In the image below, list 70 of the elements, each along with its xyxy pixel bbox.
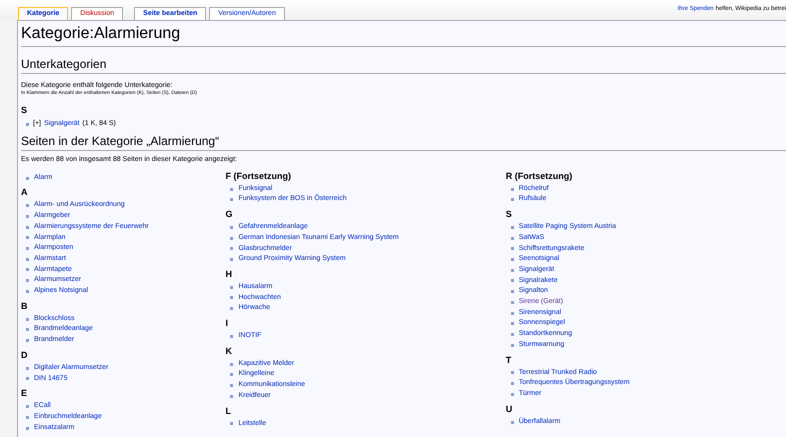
letter-heading: H (225, 268, 233, 280)
list-bullet (510, 371, 514, 374)
list-bullet (510, 290, 514, 294)
list-bullet (230, 384, 234, 387)
list-bullet (26, 247, 29, 250)
list-bullet (26, 366, 29, 370)
list-bullet (26, 226, 29, 229)
letter-heading: B (21, 300, 28, 312)
list-bullet (230, 373, 234, 376)
list-bullet (510, 236, 514, 240)
letter-heading: S (506, 209, 513, 220)
page-title: Kategorie:Alarmierung (21, 21, 786, 47)
list-bullet (230, 188, 234, 191)
list-bullet (26, 204, 29, 208)
list-bullet (26, 426, 29, 430)
list-bullet (26, 122, 29, 126)
letter-heading: U (506, 404, 514, 415)
list-bullet (230, 286, 234, 289)
letter-heading: L (225, 406, 232, 417)
list-bullet (230, 362, 234, 366)
letter-heading: S (21, 105, 28, 116)
list-bullet (230, 422, 234, 426)
list-bullet (26, 416, 29, 419)
list-bullet (510, 247, 514, 250)
list-bullet (26, 279, 29, 282)
list-bullet (510, 188, 514, 191)
list-bullet (230, 258, 234, 262)
list-bullet (510, 344, 514, 347)
section-heading: Seiten in der Kategorie „Alarmierung“ (21, 134, 786, 151)
list-bullet (26, 290, 29, 293)
letter-heading: R (Fortsetzung) (506, 170, 574, 182)
list-bullet (26, 405, 29, 408)
list-bullet (26, 268, 29, 272)
list-bullet (510, 312, 514, 315)
section-heading: Unterkategorien (21, 57, 786, 74)
list-bullet (510, 332, 514, 336)
list-bullet (510, 420, 514, 424)
list-bullet (510, 198, 514, 202)
list-bullet (26, 236, 29, 240)
list-bullet (26, 318, 29, 321)
letter-heading: F (Fortsetzung) (225, 170, 292, 182)
letter-heading: K (225, 346, 233, 357)
letter-heading: G (225, 209, 234, 220)
list-bullet (230, 247, 234, 250)
list-bullet (510, 226, 514, 229)
list-bullet (26, 328, 29, 332)
list-bullet (510, 382, 514, 386)
list-bullet (230, 236, 234, 240)
list-bullet (510, 268, 514, 272)
list-bullet (26, 338, 29, 342)
list-bullet (510, 279, 514, 282)
list-bullet (510, 392, 514, 396)
list-bullet (230, 226, 234, 229)
list-bullet (230, 198, 234, 202)
list-bullet (230, 307, 234, 310)
list-bullet (26, 258, 29, 261)
letter-heading: D (21, 350, 28, 361)
list-bullet (510, 300, 514, 304)
list-bullet (26, 176, 29, 180)
list-bullet (26, 214, 29, 218)
list-bullet (230, 334, 234, 338)
list-bullet (230, 394, 234, 398)
letter-heading: I (225, 318, 229, 330)
letter-heading: T (506, 354, 512, 366)
list-bullet (26, 377, 29, 380)
list-bullet (510, 258, 514, 262)
list-bullet (230, 296, 234, 300)
letter-heading: E (21, 388, 28, 400)
list-bullet (510, 322, 514, 326)
letter-heading: A (21, 187, 28, 198)
